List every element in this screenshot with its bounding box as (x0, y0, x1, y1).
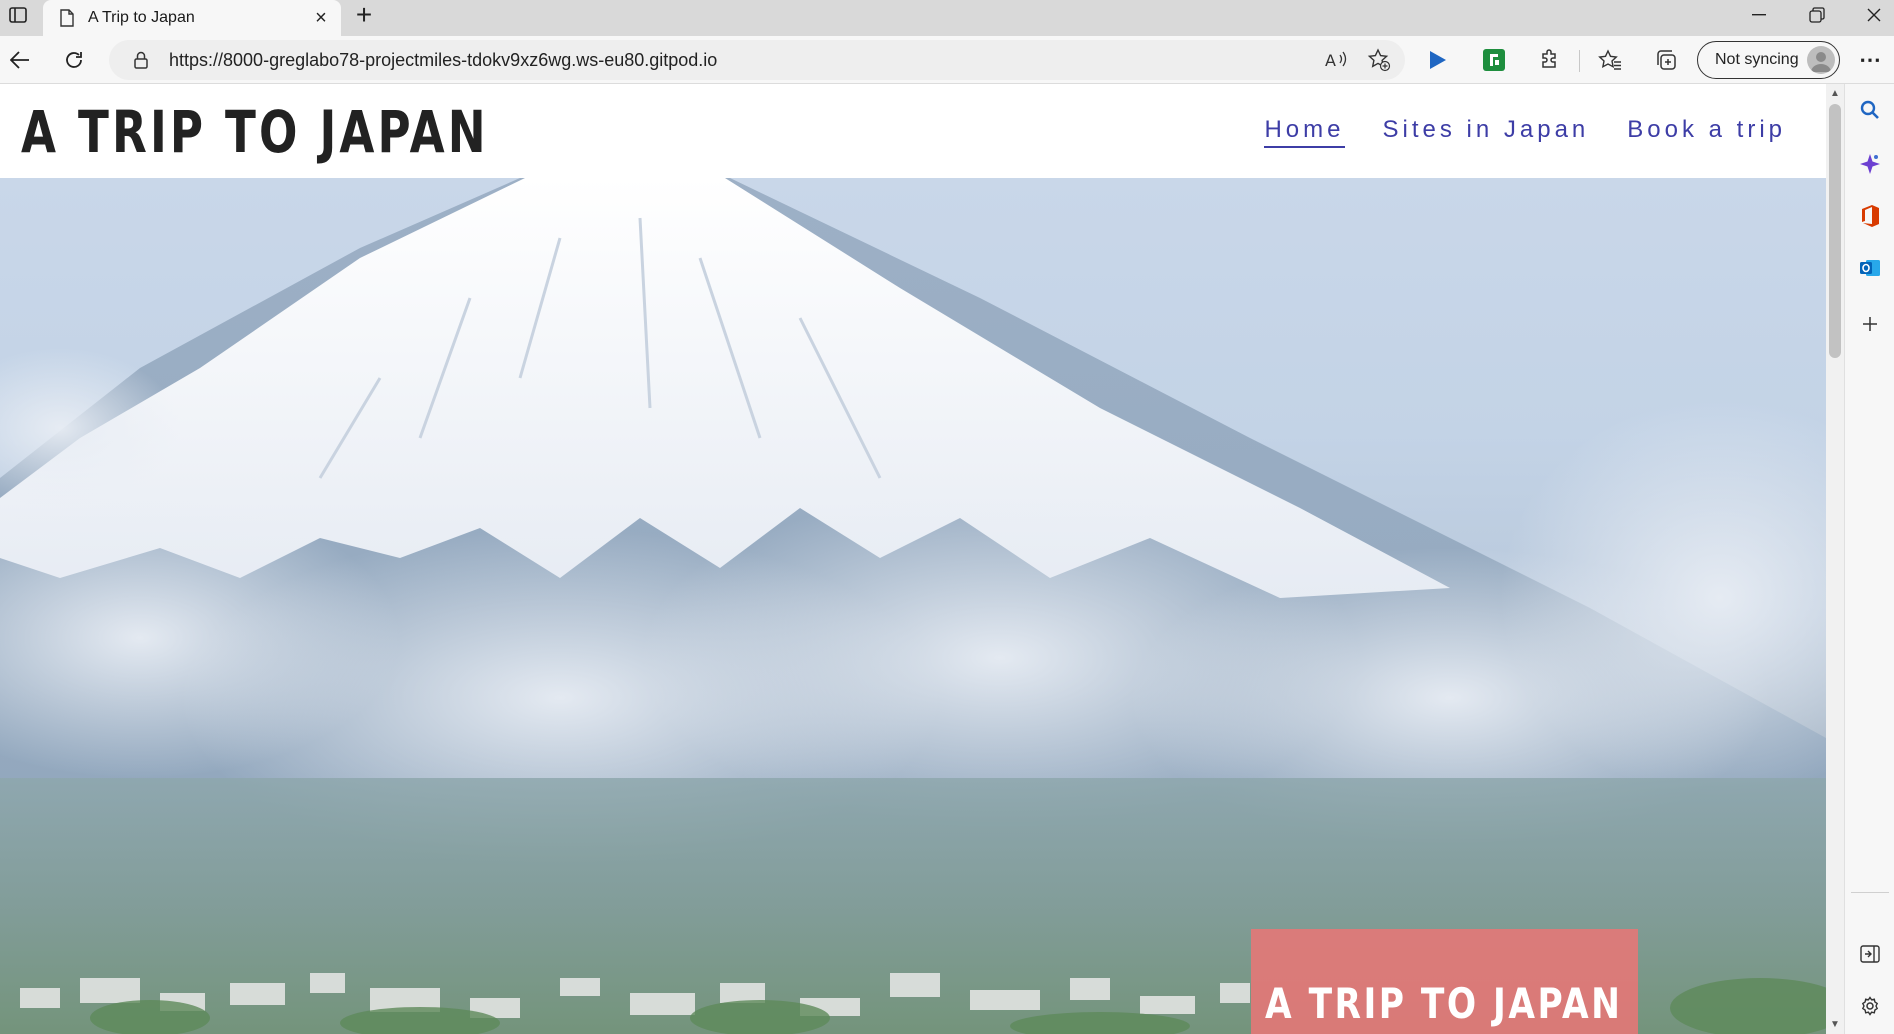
refresh-icon[interactable] (56, 42, 92, 78)
scroll-down-icon[interactable]: ▼ (1830, 1019, 1840, 1030)
profile-status: Not syncing (1715, 51, 1799, 68)
favorites-icon[interactable] (1592, 42, 1628, 78)
minimize-button[interactable] (1734, 0, 1784, 30)
nav-home[interactable]: Home (1264, 116, 1345, 148)
site-logo[interactable]: A TRIP TO JAPAN (21, 98, 489, 166)
hero-image-mount-fuji (0, 178, 1826, 1034)
toolbar-divider (1579, 50, 1580, 72)
address-bar[interactable]: A (109, 40, 1405, 80)
settings-icon[interactable] (1854, 990, 1886, 1022)
search-icon[interactable] (1854, 94, 1886, 126)
back-arrow-icon[interactable] (2, 42, 38, 78)
new-tab-button[interactable]: + (348, 0, 380, 30)
svg-text:A: A (1325, 51, 1336, 69)
page-viewport: A TRIP TO JAPAN Home Sites in Japan Book… (0, 84, 1826, 1034)
browser-tab[interactable]: A Trip to Japan × (43, 0, 341, 36)
tab-close-icon[interactable]: × (307, 4, 335, 32)
puzzle-extensions-icon[interactable] (1532, 42, 1568, 78)
hide-sidebar-icon[interactable] (1854, 938, 1886, 970)
hero-title-box: A TRIP TO JAPAN (1251, 929, 1638, 1034)
office-icon[interactable] (1854, 200, 1886, 232)
sidebar-divider (1851, 892, 1889, 893)
tab-strip: A Trip to Japan × + (0, 0, 1894, 36)
tab-actions-icon[interactable] (0, 0, 36, 30)
more-options-icon[interactable]: ⋯ (1852, 42, 1888, 78)
browser-sidebar (1844, 84, 1894, 1034)
nav-book-a-trip[interactable]: Book a trip (1627, 116, 1786, 148)
green-extension-icon[interactable] (1476, 42, 1512, 78)
tab-title: A Trip to Japan (88, 9, 195, 26)
hero-title: A TRIP TO JAPAN (1265, 979, 1623, 1028)
collections-icon[interactable] (1648, 42, 1684, 78)
url-input[interactable] (169, 49, 1269, 71)
site-header: A TRIP TO JAPAN Home Sites in Japan Book… (0, 84, 1826, 178)
scroll-thumb[interactable] (1829, 104, 1841, 358)
nav-sites-in-japan[interactable]: Sites in Japan (1383, 116, 1590, 148)
scroll-up-icon[interactable]: ▲ (1830, 88, 1840, 99)
main-nav: Home Sites in Japan Book a trip (1264, 116, 1786, 148)
browser-toolbar: A Not syncing ⋯ (0, 36, 1894, 84)
page-scrollbar[interactable]: ▲ ▼ (1826, 84, 1844, 1034)
add-icon[interactable] (1854, 308, 1886, 340)
play-extension-icon[interactable] (1420, 42, 1456, 78)
lock-icon[interactable] (131, 50, 151, 70)
add-favorite-icon[interactable] (1367, 48, 1391, 77)
read-aloud-icon[interactable]: A (1325, 49, 1347, 74)
copilot-icon[interactable] (1854, 148, 1886, 180)
close-window-button[interactable] (1849, 0, 1894, 30)
profile-button[interactable]: Not syncing (1697, 41, 1840, 79)
restore-button[interactable] (1792, 0, 1842, 30)
hero-section: A TRIP TO JAPAN (0, 178, 1826, 1034)
outlook-icon[interactable] (1854, 252, 1886, 284)
page-icon (58, 9, 76, 27)
avatar (1807, 46, 1835, 74)
